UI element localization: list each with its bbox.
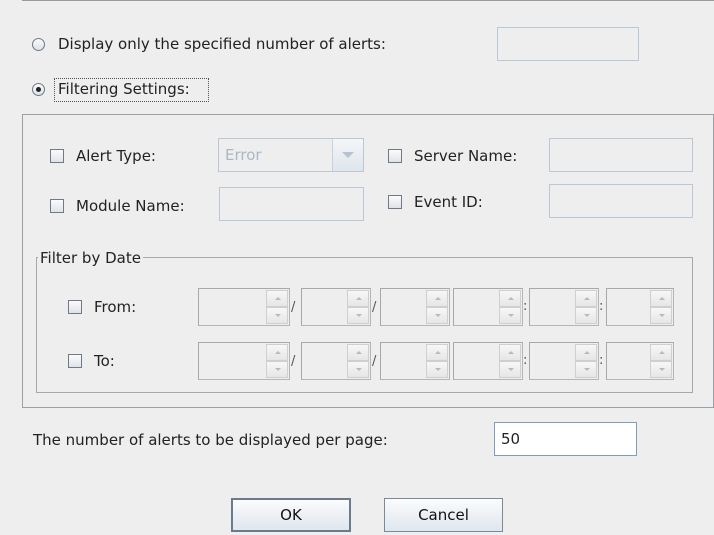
spinner-down-icon[interactable] — [266, 361, 288, 378]
time-separator: : — [523, 299, 528, 314]
to-minute-spinner[interactable] — [529, 342, 599, 380]
spinner-down-icon[interactable] — [426, 307, 448, 324]
per-page-label: The number of alerts to be displayed per… — [33, 431, 388, 449]
spinner-up-icon[interactable] — [426, 344, 448, 361]
date-separator: / — [372, 354, 377, 369]
filter-by-date-title: Filter by Date — [38, 249, 143, 267]
per-page-value: 50 — [501, 430, 521, 448]
from-checkbox[interactable] — [68, 300, 82, 314]
from-label: From: — [94, 298, 137, 316]
spinner-up-icon[interactable] — [575, 290, 597, 307]
chevron-down-icon[interactable] — [332, 139, 363, 171]
to-second-spinner[interactable] — [606, 342, 674, 380]
to-day-spinner[interactable] — [380, 342, 450, 380]
alert-type-dropdown[interactable]: Error — [218, 138, 364, 172]
from-year-spinner[interactable] — [198, 288, 290, 326]
per-page-input[interactable]: 50 — [494, 422, 637, 456]
spinner-up-icon[interactable] — [426, 290, 448, 307]
spinner-down-icon[interactable] — [650, 307, 672, 324]
top-border — [22, 0, 714, 1]
date-separator: / — [291, 354, 296, 369]
server-name-input[interactable] — [549, 138, 693, 172]
ok-button[interactable]: OK — [231, 498, 351, 532]
alert-type-label: Alert Type: — [76, 147, 156, 165]
alert-type-checkbox[interactable] — [50, 149, 64, 163]
from-day-spinner[interactable] — [380, 288, 450, 326]
to-checkbox[interactable] — [68, 354, 82, 368]
to-year-spinner[interactable] — [198, 342, 290, 380]
spinner-up-icon[interactable] — [347, 344, 369, 361]
spinner-up-icon[interactable] — [347, 290, 369, 307]
spinner-down-icon[interactable] — [575, 307, 597, 324]
spinner-down-icon[interactable] — [650, 361, 672, 378]
to-month-spinner[interactable] — [301, 342, 371, 380]
date-separator: / — [372, 300, 377, 315]
display-only-label: Display only the specified number of ale… — [58, 35, 386, 53]
spinner-down-icon[interactable] — [266, 307, 288, 324]
spinner-down-icon[interactable] — [426, 361, 448, 378]
to-hour-spinner[interactable] — [453, 342, 523, 380]
event-id-label: Event ID: — [414, 193, 483, 211]
spinner-up-icon[interactable] — [266, 290, 288, 307]
cancel-button[interactable]: Cancel — [384, 498, 503, 532]
spinner-down-icon[interactable] — [499, 361, 521, 378]
display-only-radio[interactable] — [32, 38, 45, 51]
server-name-checkbox[interactable] — [388, 149, 402, 163]
from-second-spinner[interactable] — [606, 288, 674, 326]
filtering-settings-label: Filtering Settings: — [58, 80, 190, 98]
spinner-down-icon[interactable] — [499, 307, 521, 324]
alert-type-selected: Error — [225, 146, 262, 164]
spinner-up-icon[interactable] — [650, 344, 672, 361]
from-minute-spinner[interactable] — [529, 288, 599, 326]
date-separator: / — [291, 300, 296, 315]
from-hour-spinner[interactable] — [453, 288, 523, 326]
from-month-spinner[interactable] — [301, 288, 371, 326]
event-id-checkbox[interactable] — [388, 195, 402, 209]
spinner-up-icon[interactable] — [650, 290, 672, 307]
spinner-down-icon[interactable] — [575, 361, 597, 378]
time-separator: : — [599, 299, 604, 314]
module-name-checkbox[interactable] — [50, 199, 64, 213]
spinner-up-icon[interactable] — [575, 344, 597, 361]
module-name-input[interactable] — [219, 187, 364, 221]
server-name-label: Server Name: — [414, 147, 518, 165]
spinner-down-icon[interactable] — [347, 307, 369, 324]
spinner-up-icon[interactable] — [499, 290, 521, 307]
spinner-up-icon[interactable] — [499, 344, 521, 361]
alert-count-input[interactable] — [497, 27, 639, 61]
event-id-input[interactable] — [549, 184, 693, 218]
radio-selected-dot — [36, 87, 41, 92]
time-separator: : — [523, 353, 528, 368]
time-separator: : — [599, 353, 604, 368]
spinner-down-icon[interactable] — [347, 361, 369, 378]
filtering-settings-radio[interactable] — [32, 83, 45, 96]
module-name-label: Module Name: — [76, 197, 185, 215]
to-label: To: — [94, 352, 115, 370]
spinner-up-icon[interactable] — [266, 344, 288, 361]
